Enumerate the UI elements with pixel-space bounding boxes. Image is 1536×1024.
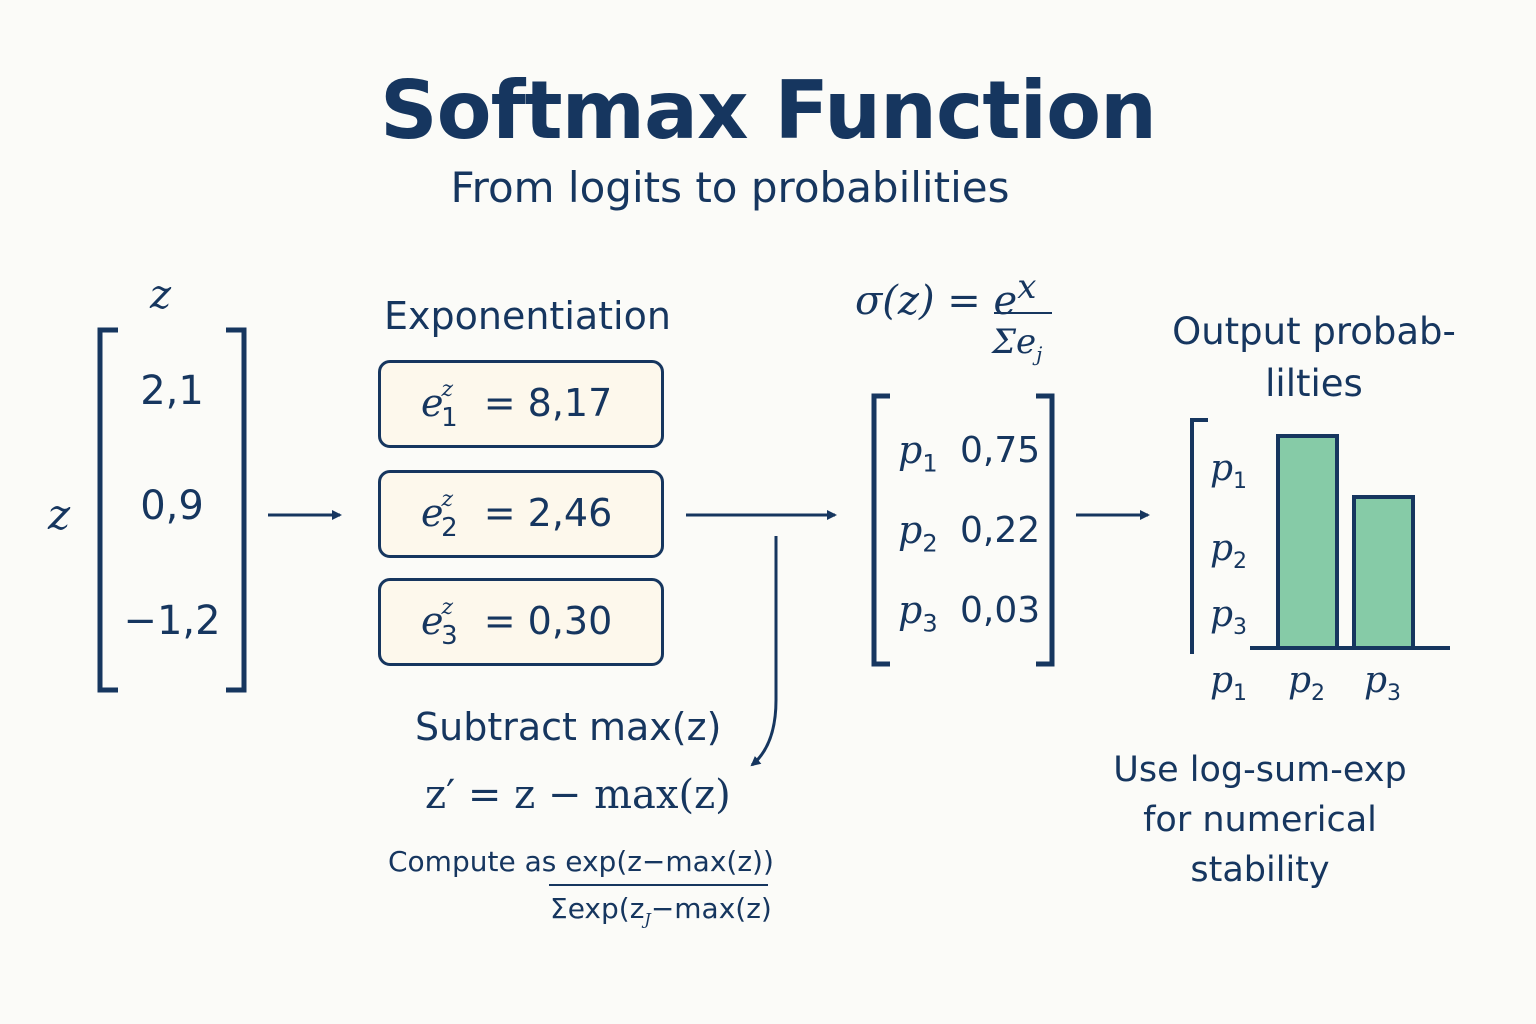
prob-sub: 1 (922, 449, 938, 478)
exp-equals: = (483, 381, 516, 425)
input-value-2: 0,9 (140, 483, 204, 529)
softmax-fraction-line (994, 312, 1052, 314)
compute-denominator: Σexp(zJ−max(z) (550, 892, 772, 929)
softmax-formula: σ(z) = ex (855, 267, 1036, 324)
prob-sub: 3 (922, 609, 938, 638)
y-label-sub: 3 (1233, 615, 1248, 641)
compute-den-tail: −max(z) (650, 892, 772, 925)
subtract-max-formula: z′ = z − max(z) (425, 772, 731, 818)
chart-x-label-3: p3 (1364, 660, 1401, 706)
chart-bar-p2 (1352, 495, 1415, 650)
y-label-sub: 1 (1233, 469, 1248, 495)
x-label-letter: p (1210, 660, 1234, 701)
prob-label-2: p2 (898, 508, 938, 558)
input-vector-symbol: z (150, 272, 172, 318)
chart-y-label-3: p3 (1210, 594, 1247, 640)
arrow-to-subtract-max (750, 536, 778, 767)
y-label-letter: p (1210, 594, 1234, 635)
subtract-max-heading: Subtract max(z) (415, 705, 722, 749)
compute-as-text: Compute as exp(z−max(z)) (388, 845, 774, 878)
exponentiation-heading: Exponentiation (384, 294, 671, 338)
exp-value: 0,30 (527, 599, 613, 643)
exp-box-3: ez3 = 0,30 (378, 578, 664, 666)
input-value-3: −1,2 (123, 598, 221, 644)
prob-left-bracket (871, 393, 890, 667)
prob-label-3: p3 (898, 588, 938, 638)
softmax-lhs: σ(z) = e (855, 278, 1018, 324)
stability-note: Use log-sum-exp for numerical stability (1113, 750, 1407, 890)
x-label-letter: p (1364, 660, 1388, 701)
input-vector-side-symbol: z (48, 490, 71, 539)
exp-sup: z (441, 595, 454, 620)
softmax-denominator: Σej (992, 322, 1042, 366)
x-label-sub: 1 (1233, 681, 1248, 707)
prob-label-1: p1 (898, 428, 938, 478)
softmax-numerator: x (1017, 267, 1037, 307)
compute-fraction-line (549, 884, 768, 886)
compute-prefix: Compute as (388, 845, 557, 878)
softmax-den-sub: j (1036, 341, 1043, 366)
prob-sub: 2 (922, 529, 938, 558)
prob-letter: p (898, 428, 923, 472)
chart-x-label-1: p1 (1210, 660, 1247, 706)
exp-sub: 3 (441, 621, 458, 651)
softmax-den-sum: Σe (992, 322, 1037, 362)
prob-letter: p (898, 508, 923, 552)
y-label-letter: p (1210, 528, 1234, 569)
prob-value-2: 0,22 (960, 510, 1041, 551)
compute-numerator: exp(z−max(z)) (565, 845, 774, 878)
chart-bracket (1190, 418, 1208, 654)
exp-sub: 1 (441, 403, 458, 433)
chart-y-label-2: p2 (1210, 528, 1247, 574)
y-label-letter: p (1210, 448, 1234, 489)
exp-value: 8,17 (527, 381, 613, 425)
prob-letter: p (898, 588, 923, 632)
exp-value: 2,46 (527, 491, 613, 535)
exp-sup: z (441, 377, 454, 402)
exp-box-2: ez2 = 2,46 (378, 470, 664, 558)
prob-value-3: 0,03 (960, 590, 1041, 631)
x-label-letter: p (1288, 660, 1312, 701)
y-label-sub: 2 (1233, 549, 1248, 575)
input-value-1: 2,1 (140, 368, 204, 414)
chart-x-label-2: p2 (1288, 660, 1325, 706)
output-chart-heading: Output probab- lilties (1172, 310, 1456, 405)
exp-sub: 2 (441, 513, 458, 543)
chart-bar-p1 (1276, 434, 1339, 650)
x-label-sub: 2 (1311, 681, 1326, 707)
prob-value-1: 0,75 (960, 430, 1041, 471)
compute-den-head: Σexp(z (550, 892, 645, 925)
exp-equals: = (483, 491, 516, 535)
exp-sup: z (441, 487, 454, 512)
chart-y-label-1: p1 (1210, 448, 1247, 494)
exp-box-1: ez1 = 8,17 (378, 360, 664, 448)
x-label-sub: 3 (1387, 681, 1402, 707)
exp-equals: = (483, 599, 516, 643)
